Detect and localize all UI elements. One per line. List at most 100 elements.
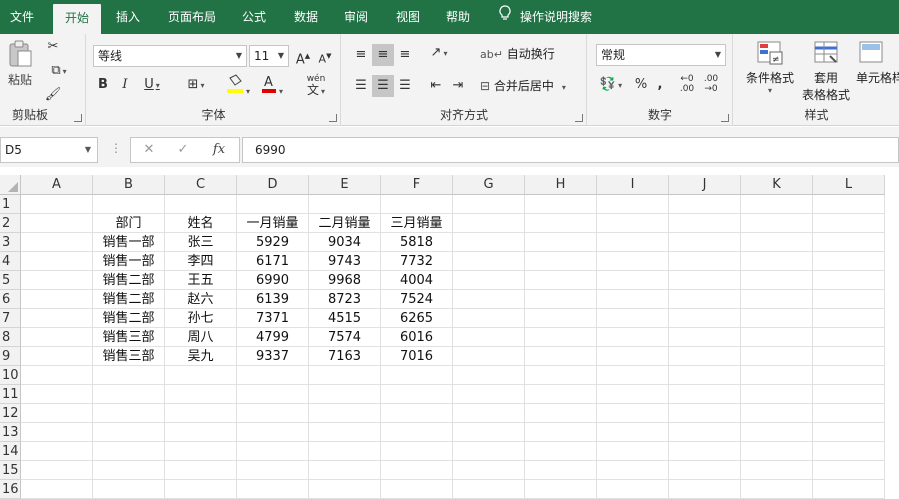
cell-j6[interactable] [669,290,741,309]
cell-f11[interactable] [381,385,453,404]
align-center-icon[interactable]: ☰ [372,75,394,97]
format-painter-icon[interactable]: 🖌 [42,84,64,106]
cell-k7[interactable] [741,309,813,328]
cell-d7[interactable]: 7371 [237,309,309,328]
cell-b7[interactable]: 销售二部 [93,309,165,328]
cell-k6[interactable] [741,290,813,309]
cell-g14[interactable] [453,442,525,461]
percent-style-button[interactable]: % [632,74,650,96]
phonetic-guide-button[interactable]: wén 文 ▾ [299,74,333,96]
align-top-icon[interactable]: ≡ [350,44,372,66]
cell-e11[interactable] [309,385,381,404]
insert-function-button[interactable]: fx [205,138,233,162]
cell-e4[interactable]: 9743 [309,252,381,271]
formula-input[interactable]: 6990 [242,137,899,163]
tab-insert[interactable]: 插入 [106,0,150,34]
cell-l16[interactable] [813,480,885,499]
copy-icon[interactable]: ⧉ ▾ [42,60,76,82]
cell-j11[interactable] [669,385,741,404]
column-header-j[interactable]: J [669,175,741,195]
cell-k10[interactable] [741,366,813,385]
cell-a13[interactable] [21,423,93,442]
cell-l15[interactable] [813,461,885,480]
cell-k16[interactable] [741,480,813,499]
cell-c11[interactable] [165,385,237,404]
column-header-l[interactable]: L [813,175,885,195]
cell-d3[interactable]: 5929 [237,233,309,252]
cell-a2[interactable] [21,214,93,233]
cell-h13[interactable] [525,423,597,442]
cell-d9[interactable]: 9337 [237,347,309,366]
cell-k3[interactable] [741,233,813,252]
cell-a5[interactable] [21,271,93,290]
cell-h6[interactable] [525,290,597,309]
column-header-i[interactable]: I [597,175,669,195]
cell-h4[interactable] [525,252,597,271]
cell-i2[interactable] [597,214,669,233]
cell-l3[interactable] [813,233,885,252]
row-header-13[interactable]: 13 [0,423,21,442]
cell-g4[interactable] [453,252,525,271]
cell-i7[interactable] [597,309,669,328]
row-header-7[interactable]: 7 [0,309,21,328]
cell-b15[interactable] [93,461,165,480]
cell-j16[interactable] [669,480,741,499]
cell-a1[interactable] [21,195,93,214]
cell-h11[interactable] [525,385,597,404]
cell-g8[interactable] [453,328,525,347]
cell-d1[interactable] [237,195,309,214]
cell-e2[interactable]: 二月销量 [309,214,381,233]
cell-l9[interactable] [813,347,885,366]
cell-i13[interactable] [597,423,669,442]
cell-h10[interactable] [525,366,597,385]
decrease-decimal-icon[interactable]: .00 →0 [700,74,722,96]
cell-d11[interactable] [237,385,309,404]
cell-h3[interactable] [525,233,597,252]
row-header-6[interactable]: 6 [0,290,21,309]
paste-button[interactable]: 粘贴 [4,40,36,96]
cell-j13[interactable] [669,423,741,442]
column-header-b[interactable]: B [93,175,165,195]
cell-l7[interactable] [813,309,885,328]
font-color-icon[interactable]: A ▾ [257,74,287,96]
cell-e7[interactable]: 4515 [309,309,381,328]
cell-c15[interactable] [165,461,237,480]
cell-f15[interactable] [381,461,453,480]
confirm-icon[interactable]: ✓ [169,138,197,162]
select-all-button[interactable] [0,175,21,195]
cell-c12[interactable] [165,404,237,423]
cell-a3[interactable] [21,233,93,252]
row-header-3[interactable]: 3 [0,233,21,252]
align-right-icon[interactable]: ☰ [394,75,416,97]
cell-j15[interactable] [669,461,741,480]
cell-f10[interactable] [381,366,453,385]
cell-g6[interactable] [453,290,525,309]
cell-i8[interactable] [597,328,669,347]
column-header-k[interactable]: K [741,175,813,195]
cell-l4[interactable] [813,252,885,271]
tab-page-layout[interactable]: 页面布局 [160,0,224,34]
row-header-15[interactable]: 15 [0,461,21,480]
cell-styles-button[interactable]: 单元格样 [856,40,899,86]
row-header-4[interactable]: 4 [0,252,21,271]
cell-g9[interactable] [453,347,525,366]
cell-g12[interactable] [453,404,525,423]
cell-h8[interactable] [525,328,597,347]
cell-g5[interactable] [453,271,525,290]
cell-e1[interactable] [309,195,381,214]
cell-l12[interactable] [813,404,885,423]
cell-c5[interactable]: 王五 [165,271,237,290]
align-middle-icon[interactable]: ≡ [372,44,394,66]
cell-i11[interactable] [597,385,669,404]
row-header-9[interactable]: 9 [0,347,21,366]
cancel-icon[interactable]: ✕ [135,138,163,162]
cell-j12[interactable] [669,404,741,423]
cell-b8[interactable]: 销售三部 [93,328,165,347]
italic-button[interactable]: I [115,74,135,96]
cell-a4[interactable] [21,252,93,271]
alignment-launcher-icon[interactable] [575,114,583,122]
cell-i5[interactable] [597,271,669,290]
cell-j3[interactable] [669,233,741,252]
cell-e10[interactable] [309,366,381,385]
row-header-8[interactable]: 8 [0,328,21,347]
